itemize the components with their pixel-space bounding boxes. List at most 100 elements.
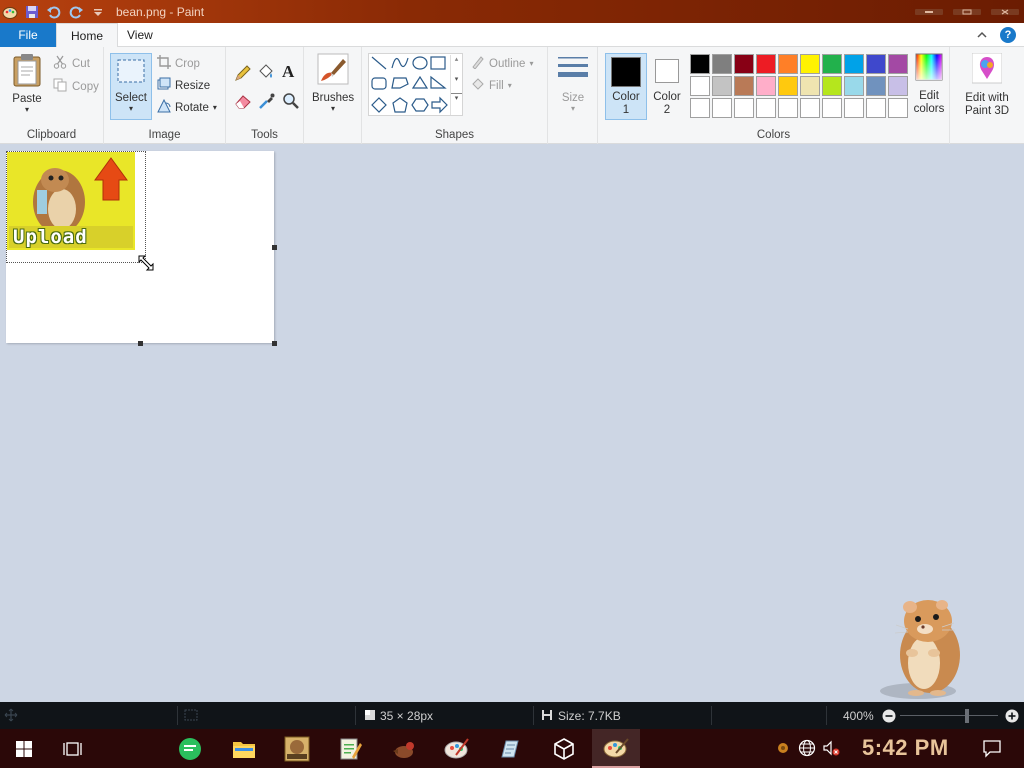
taskbar-app-paint-brush[interactable] (435, 729, 479, 768)
save-icon[interactable] (24, 4, 40, 20)
zoom-slider-track[interactable] (900, 715, 998, 716)
canvas-handle-bottom[interactable] (138, 341, 143, 346)
canvas-workspace[interactable]: Upload (0, 145, 1024, 702)
network-globe-icon[interactable] (798, 739, 816, 760)
palette-swatch[interactable] (712, 54, 732, 74)
fill-button[interactable]: Fill ▾ (471, 77, 512, 94)
color1-button[interactable]: Color 1 (605, 53, 647, 120)
zoom-slider-thumb[interactable] (965, 709, 969, 723)
palette-swatch[interactable] (866, 76, 886, 96)
volume-muted-icon[interactable] (822, 739, 840, 760)
palette-swatch[interactable] (778, 98, 798, 118)
shapes-expand-icon[interactable]: ▾ (451, 93, 462, 102)
notifications-icon[interactable] (982, 738, 1002, 761)
paste-dropdown-icon[interactable]: ▾ (6, 105, 48, 114)
fill-dropdown-icon[interactable]: ▾ (508, 81, 512, 90)
paste-button[interactable]: Paste ▾ (6, 53, 48, 114)
canvas-handle-right[interactable] (272, 245, 277, 250)
palette-swatch[interactable] (756, 76, 776, 96)
zoom-in-button[interactable] (1005, 709, 1019, 726)
palette-swatch[interactable] (734, 54, 754, 74)
rotate-dropdown-icon[interactable]: ▾ (213, 103, 217, 112)
palette-swatch[interactable] (844, 54, 864, 74)
taskbar-app-chat[interactable] (168, 729, 212, 768)
start-button[interactable] (2, 729, 46, 768)
tab-view[interactable]: View (113, 23, 167, 47)
color2-button[interactable]: Color 2 (647, 56, 687, 116)
task-view-button[interactable] (50, 729, 94, 768)
palette-swatch[interactable] (866, 98, 886, 118)
palette-swatch[interactable] (800, 98, 820, 118)
palette-swatch[interactable] (822, 98, 842, 118)
palette-swatch[interactable] (844, 76, 864, 96)
palette-swatch[interactable] (756, 54, 776, 74)
palette-swatch[interactable] (822, 54, 842, 74)
resize-button[interactable]: Resize (157, 77, 210, 94)
maximize-button[interactable] (948, 0, 986, 23)
palette-swatch[interactable] (690, 98, 710, 118)
brushes-dropdown-icon[interactable]: ▾ (312, 104, 354, 113)
brushes-button[interactable]: Brushes ▾ (312, 53, 354, 113)
taskbar-clock[interactable]: 5:42 PM (862, 735, 949, 761)
minimize-button[interactable] (910, 0, 948, 23)
size-dropdown-icon[interactable]: ▾ (554, 104, 592, 113)
palette-swatch[interactable] (844, 98, 864, 118)
palette-swatch[interactable] (822, 76, 842, 96)
palette-swatch[interactable] (690, 76, 710, 96)
palette-swatch[interactable] (866, 54, 886, 74)
tab-home[interactable]: Home (56, 23, 119, 48)
palette-swatch[interactable] (712, 76, 732, 96)
zoom-out-button[interactable] (882, 709, 896, 726)
palette-swatch[interactable] (888, 54, 908, 74)
palette-swatch[interactable] (800, 76, 820, 96)
outline-button[interactable]: Outline ▾ (471, 55, 533, 72)
taskbar-app-notes[interactable] (488, 729, 532, 768)
paint-app-icon[interactable] (2, 4, 18, 20)
taskbar-app-xbox-game[interactable] (275, 729, 319, 768)
help-icon[interactable]: ? (1000, 27, 1016, 43)
taskbar-app-file-explorer[interactable] (222, 729, 266, 768)
magnifier-icon[interactable] (282, 92, 300, 113)
edit-with-paint3d-button[interactable]: Edit with Paint 3D (956, 52, 1018, 117)
edit-colors-button[interactable]: Edit colors (910, 53, 948, 115)
eraser-icon[interactable] (234, 92, 252, 113)
desktop-hamster-pet[interactable] (878, 595, 968, 704)
rotate-button[interactable]: Rotate ▾ (157, 98, 217, 116)
palette-swatch[interactable] (800, 54, 820, 74)
tab-file[interactable]: File (0, 23, 56, 47)
color-picker-icon[interactable] (258, 92, 276, 113)
selection-rectangle[interactable]: Upload (6, 151, 146, 263)
canvas-handle-corner[interactable] (272, 341, 277, 346)
cut-button[interactable]: Cut (53, 55, 90, 72)
palette-swatch[interactable] (888, 98, 908, 118)
shapes-gallery[interactable] (368, 53, 463, 116)
shapes-scroll-down-icon[interactable]: ▾ (451, 75, 462, 83)
undo-icon[interactable] (46, 4, 62, 20)
customize-toolbar-icon[interactable] (90, 4, 106, 20)
crop-button[interactable]: Crop (157, 55, 200, 72)
palette-swatch[interactable] (778, 54, 798, 74)
taskbar-app-unity[interactable] (542, 729, 586, 768)
palette-swatch[interactable] (734, 98, 754, 118)
copy-button[interactable]: Copy (53, 78, 99, 95)
taskbar-app-notepad[interactable] (328, 729, 372, 768)
outline-dropdown-icon[interactable]: ▾ (529, 59, 533, 68)
palette-swatch[interactable] (778, 76, 798, 96)
size-button[interactable]: Size ▾ (554, 53, 592, 113)
drawing-canvas[interactable]: Upload (6, 151, 277, 346)
tray-app-icon[interactable] (776, 741, 790, 758)
close-button[interactable] (986, 0, 1024, 23)
text-tool-icon[interactable]: A (282, 62, 294, 82)
shapes-scroll-up-icon[interactable]: ▴ (451, 55, 462, 63)
redo-icon[interactable] (68, 4, 84, 20)
palette-swatch[interactable] (712, 98, 732, 118)
select-dropdown-icon[interactable]: ▾ (111, 104, 151, 113)
taskbar-app-bird[interactable] (381, 729, 425, 768)
palette-swatch[interactable] (734, 76, 754, 96)
palette-swatch[interactable] (756, 98, 776, 118)
palette-swatch[interactable] (690, 54, 710, 74)
taskbar-app-paint[interactable] (592, 729, 640, 768)
palette-swatch[interactable] (888, 76, 908, 96)
pencil-icon[interactable] (234, 64, 252, 85)
fill-bucket-icon[interactable] (257, 63, 275, 84)
